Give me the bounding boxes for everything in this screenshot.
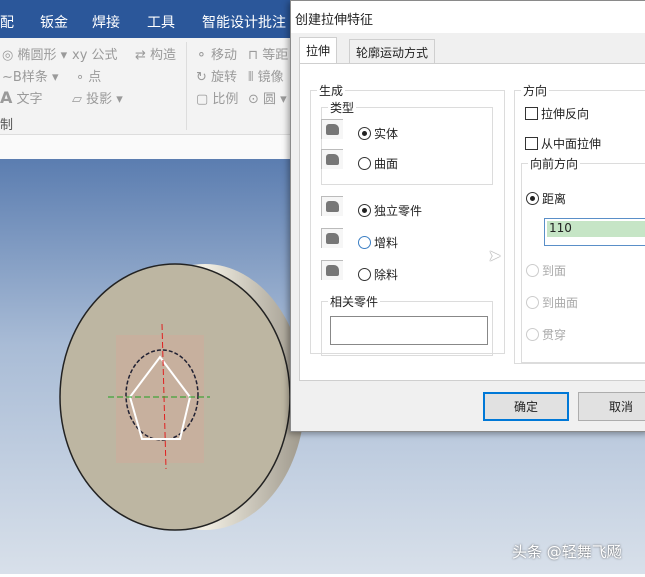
surface-icon [321,149,343,169]
generate-group: 生成 类型 实体 曲面 独立零件 增料 除料 相关零件 [310,82,505,356]
cancel-button[interactable]: 取消 [578,392,645,421]
from-midplane-checkbox[interactable]: 从中面拉伸 [525,135,601,152]
offset-button[interactable]: ⊓ 等距 [248,44,288,63]
tab-page: 生成 类型 实体 曲面 独立零件 增料 除料 相关零件 方向 拉伸反向 从中面拉… [299,63,645,381]
reverse-checkbox[interactable]: 拉伸反向 [525,105,589,122]
menu-weld[interactable]: 焊接 [92,12,120,32]
ellipse-button[interactable]: ◎ 椭圆形 ▾ [2,44,67,63]
solid-icon [321,119,343,139]
project-button[interactable]: ▱ 投影 ▾ [72,88,123,107]
ribbon-divider [186,42,187,130]
dialog-title: 创建拉伸特征 [291,1,645,33]
move-button[interactable]: ⚬ 移动 [196,44,237,63]
related-part-label: 相关零件 [328,293,381,310]
draw-group-label: 制 [0,118,14,133]
point-button[interactable]: ∘ 点 [76,66,101,85]
generate-label: 生成 [317,82,346,99]
independent-part-icon [321,196,343,216]
menu-sheetmetal[interactable]: 钣金 [40,12,68,32]
remove-material-icon [321,260,343,280]
type-group: 类型 [321,99,493,185]
to-surface-radio[interactable]: 到曲面 [526,294,578,311]
direction-label: 方向 [521,82,550,99]
forward-direction-label: 向前方向 [528,155,581,172]
distance-radio[interactable]: 距离 [526,190,566,207]
tab-profile-motion[interactable]: 轮廓运动方式 [349,39,436,63]
circle-button[interactable]: ⊙ 圆 ▾ [248,88,287,107]
rotate-button[interactable]: ↻ 旋转 [196,66,237,85]
independent-part-radio[interactable]: 独立零件 [358,202,422,219]
related-part-group: 相关零件 [321,293,493,356]
distance-input[interactable]: 110 [544,218,645,246]
menu-assembly[interactable]: 配 [0,12,14,32]
menu-smart-annotation[interactable]: 智能设计批注 [202,12,286,32]
scale-button[interactable]: ▢ 比例 [196,88,238,107]
to-face-radio[interactable]: 到面 [526,262,566,279]
solid-radio[interactable]: 实体 [358,125,398,142]
watermark: 头条 @轻舞飞飏 [512,543,622,561]
extrude-dialog: 创建拉伸特征 拉伸 轮廓运动方式 生成 类型 实体 曲面 独立零件 增料 除料 … [290,0,645,432]
add-material-radio[interactable]: 增料 [358,234,398,251]
related-part-field[interactable] [330,316,488,345]
direction-group: 方向 拉伸反向 从中面拉伸 向前方向 距离 110 到面 到曲面 贯穿 [514,82,645,364]
surface-radio[interactable]: 曲面 [358,155,398,172]
construct-button[interactable]: ⇄ 构造 [135,44,176,63]
through-all-radio[interactable]: 贯穿 [526,326,566,343]
mouse-cursor-icon: ➤ [488,246,502,265]
menu-tools[interactable]: 工具 [147,12,175,32]
tab-extrude[interactable]: 拉伸 [299,37,338,64]
forward-direction-group: 向前方向 距离 110 到面 到曲面 贯穿 [521,155,645,363]
type-label: 类型 [328,99,357,116]
text-button[interactable]: A 文字 [0,88,43,107]
add-material-icon [321,228,343,248]
bspline-button[interactable]: ∼B样条 ▾ [2,66,59,85]
mirror-button[interactable]: ⫴ 镜像 [248,66,284,85]
ok-button[interactable]: 确定 [483,392,569,421]
remove-material-radio[interactable]: 除料 [358,266,398,283]
formula-button[interactable]: xy 公式 [72,44,118,63]
